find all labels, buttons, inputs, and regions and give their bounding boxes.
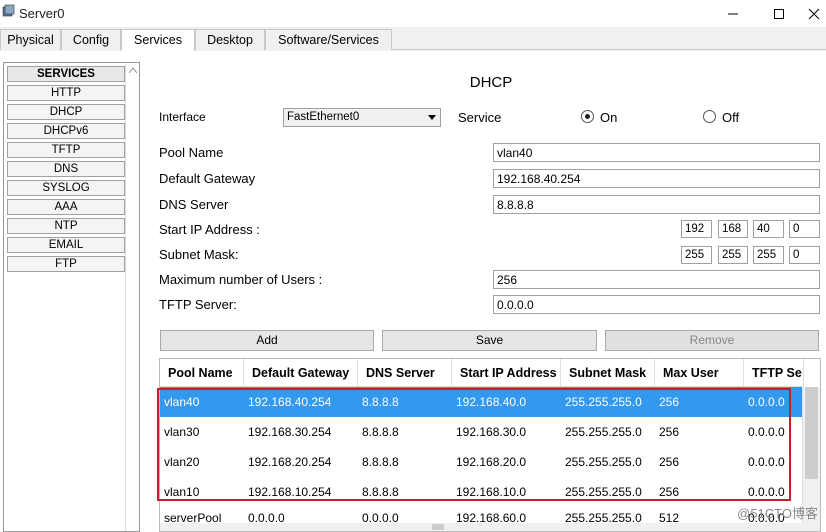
- service-item-dhcpv6[interactable]: DHCPv6: [7, 123, 125, 139]
- service-item-dhcp[interactable]: DHCP: [7, 104, 125, 120]
- tftp-server-input[interactable]: 0.0.0.0: [493, 295, 820, 314]
- services-list: SERVICES HTTP DHCP DHCPv6 TFTP DNS SYSLO…: [3, 62, 140, 532]
- gateway-label: Default Gateway: [159, 171, 256, 186]
- server-app-icon: [2, 4, 15, 17]
- service-item-aaa[interactable]: AAA: [7, 199, 125, 215]
- service-label: Service: [458, 110, 502, 125]
- service-item-ftp[interactable]: FTP: [7, 256, 125, 272]
- maximize-icon: [774, 8, 784, 19]
- service-on-radio[interactable]: [581, 110, 594, 123]
- column-header-subnet-mask[interactable]: Subnet Mask: [561, 359, 655, 387]
- column-header-start-ip[interactable]: Start IP Address: [452, 359, 561, 387]
- dhcp-title: DHCP: [469, 74, 513, 91]
- scroll-up-icon: [129, 67, 137, 73]
- chevron-down-icon: [428, 115, 436, 120]
- tab-software-services[interactable]: Software/Services: [265, 29, 392, 50]
- watermark: @51CTO博客: [737, 506, 818, 521]
- scroll-thumb[interactable]: [432, 524, 444, 530]
- tab-desktop[interactable]: Desktop: [195, 29, 265, 50]
- column-header-tftp-server[interactable]: TFTP Se: [744, 359, 804, 387]
- tftp-server-label: TFTP Server:: [159, 297, 237, 312]
- title-bar: Server0: [0, 0, 826, 27]
- subnet-mask-octet-4[interactable]: 0: [789, 246, 820, 264]
- close-button[interactable]: [802, 0, 826, 27]
- start-ip-octet-2[interactable]: 168: [718, 220, 748, 238]
- minimize-button[interactable]: [710, 0, 756, 27]
- dns-server-label: DNS Server: [159, 197, 229, 212]
- subnet-mask-octet-1[interactable]: 255: [681, 246, 712, 264]
- subnet-mask-octet-3[interactable]: 255: [753, 246, 784, 264]
- services-content: SERVICES HTTP DHCP DHCPv6 TFTP DNS SYSLO…: [0, 51, 826, 532]
- start-ip-octet-1[interactable]: 192: [681, 220, 712, 238]
- services-scrollbar[interactable]: [125, 63, 139, 531]
- minimize-icon: [728, 13, 738, 14]
- remove-button[interactable]: Remove: [605, 330, 819, 351]
- interface-value: FastEthernet0: [287, 111, 360, 123]
- table-horizontal-scrollbar[interactable]: [160, 523, 804, 531]
- start-ip-octet-3[interactable]: 40: [753, 220, 784, 238]
- service-off-label: Off: [722, 110, 740, 125]
- service-item-ntp[interactable]: NTP: [7, 218, 125, 234]
- interface-label: Interface: [159, 110, 206, 124]
- pool-name-input[interactable]: vlan40: [493, 143, 820, 162]
- service-item-dns[interactable]: DNS: [7, 161, 125, 177]
- column-header-max-user[interactable]: Max User: [655, 359, 744, 387]
- service-item-email[interactable]: EMAIL: [7, 237, 125, 253]
- tab-physical[interactable]: Physical: [0, 29, 61, 50]
- column-header-default-gateway[interactable]: Default Gateway: [244, 359, 358, 387]
- highlight-box: [157, 388, 791, 501]
- subnet-mask-octet-2[interactable]: 255: [718, 246, 748, 264]
- start-ip-octet-4[interactable]: 0: [789, 220, 820, 238]
- tab-config[interactable]: Config: [61, 29, 121, 50]
- add-button[interactable]: Add: [160, 330, 374, 351]
- service-item-syslog[interactable]: SYSLOG: [7, 180, 125, 196]
- gateway-input[interactable]: 192.168.40.254: [493, 169, 820, 188]
- service-item-tftp[interactable]: TFTP: [7, 142, 125, 158]
- column-header-dns-server[interactable]: DNS Server: [358, 359, 452, 387]
- tab-services[interactable]: Services: [121, 29, 195, 51]
- subnet-mask-label: Subnet Mask:: [159, 247, 239, 262]
- service-on-label: On: [600, 110, 618, 125]
- interface-select[interactable]: FastEthernet0: [283, 108, 441, 127]
- column-header-pool-name[interactable]: Pool Name: [160, 359, 244, 387]
- window-title: Server0: [19, 6, 65, 21]
- scroll-thumb[interactable]: [805, 387, 818, 479]
- service-off-radio[interactable]: [703, 110, 716, 123]
- close-icon: [808, 8, 820, 19]
- start-ip-label: Start IP Address :: [159, 222, 260, 237]
- save-button[interactable]: Save: [382, 330, 597, 351]
- max-users-input[interactable]: 256: [493, 270, 820, 289]
- tab-bar: Physical Config Services Desktop Softwar…: [0, 29, 826, 51]
- max-users-label: Maximum number of Users :: [159, 272, 323, 287]
- dns-server-input[interactable]: 8.8.8.8: [493, 195, 820, 214]
- maximize-button[interactable]: [756, 0, 802, 27]
- pool-name-label: Pool Name: [159, 145, 224, 160]
- radio-selected-dot: [585, 114, 590, 119]
